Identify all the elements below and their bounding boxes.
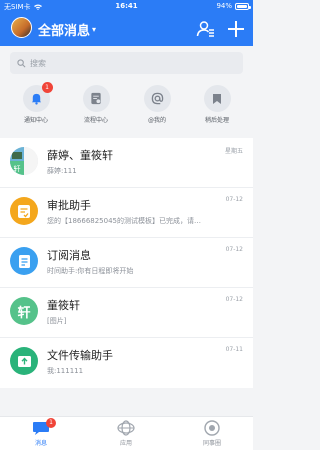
conversation-row[interactable]: 文件传输助手 我:111111 07-11 [0,338,253,388]
svg-text:轩: 轩 [14,164,21,173]
group-avatar: 轩 [10,147,38,175]
battery-icon [235,2,251,10]
shortcut-process-center[interactable]: 流程中心 [66,83,126,124]
conversation-name: 薛婷、童筱轩 [47,149,113,162]
conversation-time: 07-12 [225,296,243,303]
conversation-preview: 您的【18666825045的测试模板】已完成，请… [47,217,201,225]
message-filter-dropdown[interactable]: 全部消息 ▾ [38,20,96,39]
search-placeholder: 搜索 [30,58,46,68]
bottom-tab-bar: 1 消息 应用 同事圈 [0,416,253,450]
search-icon [17,58,26,67]
conversation-time: 07-11 [225,346,243,353]
conversation-preview: 时间助手:你有日程即将开始 [47,267,134,275]
clock: 16:41 [115,2,138,10]
shortcut-bar: 1 通知中心 流程中心 @我的 稍后处理 [0,82,253,133]
conversation-list: 轩 薛婷、童筱轩 薛婷:111 星期五 审批助手 您的【18666825045的… [0,138,253,388]
shortcut-mentions[interactable]: @我的 [127,83,187,124]
conversation-time: 07-12 [225,246,243,253]
conversation-name: 订阅消息 [47,249,91,262]
conversation-row[interactable]: 订阅消息 时间助手:你有日程即将开始 07-12 [0,238,253,288]
conversation-preview: 薛婷:111 [47,167,77,175]
notification-badge: 1 [41,82,53,93]
bookmark-icon [213,93,221,104]
shortcut-label: @我的 [147,117,166,124]
avatar[interactable] [11,17,32,38]
tab-messages[interactable]: 1 消息 [11,418,71,447]
page-title: 全部消息 [38,24,91,39]
approval-icon [10,197,38,225]
user-avatar: 轩 [10,297,38,325]
shortcut-label: 通知中心 [23,117,48,124]
contacts-icon[interactable] [196,19,216,39]
messages-badge: 1 [46,418,56,428]
document-icon [91,92,101,105]
tab-colleagues[interactable]: 同事圈 [182,420,242,447]
tab-apps[interactable]: 应用 [96,420,156,447]
shortcut-notification-center[interactable]: 1 通知中心 [6,82,66,124]
app-header: 无SIM卡 16:41 94% 全部消息 ▾ [0,0,253,46]
tab-label: 消息 [34,440,47,447]
conversation-name: 审批助手 [47,199,91,212]
conversation-row[interactable]: 审批助手 您的【18666825045的测试模板】已完成，请… 07-12 [0,188,253,238]
conversation-time: 星期五 [224,148,243,155]
conversation-preview: 我:111111 [47,367,84,375]
add-icon[interactable] [226,19,246,39]
tab-label: 同事圈 [202,440,221,447]
conversation-row[interactable]: 轩 薛婷、童筱轩 薛婷:111 星期五 [0,138,253,188]
conversation-row[interactable]: 轩 童筱轩 [图片] 07-12 [0,288,253,338]
search-input[interactable]: 搜索 [10,52,243,74]
bell-icon [31,93,41,105]
camera-lens-icon [204,420,220,436]
conversation-preview: [图片] [47,317,67,325]
shortcut-label: 流程中心 [83,117,108,124]
shortcut-label: 稍后处理 [204,117,229,124]
avatar-initial: 轩 [17,305,31,321]
subscription-icon [10,247,38,275]
conversation-name: 童筱轩 [47,299,80,312]
battery-percent: 94% [216,2,232,10]
conversation-name: 文件传输助手 [47,349,113,362]
caret-down-icon: ▾ [92,25,97,34]
apps-icon [117,420,135,436]
file-transfer-icon [10,347,38,375]
status-bar: 无SIM卡 16:41 94% [0,0,253,13]
shortcut-later[interactable]: 稍后处理 [187,83,247,124]
at-icon [151,92,163,105]
conversation-time: 07-12 [225,196,243,203]
tab-label: 应用 [119,440,132,447]
